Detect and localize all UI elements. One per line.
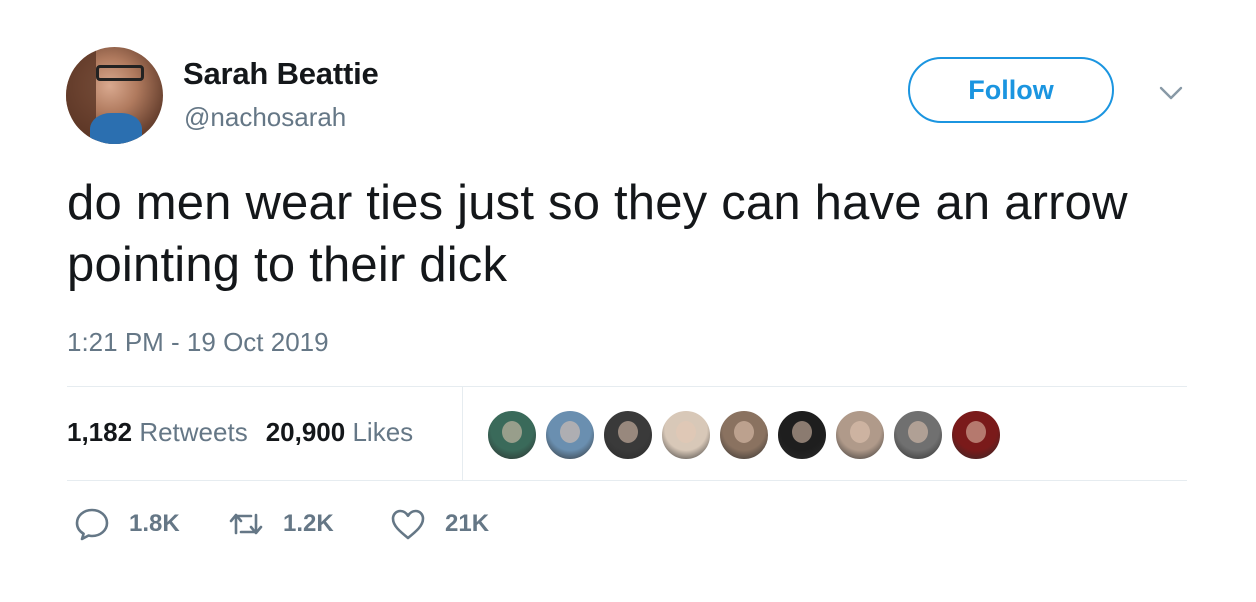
liker-avatar-7[interactable] [834, 409, 886, 461]
user-name[interactable]: Sarah Beattie [183, 56, 379, 92]
user-handle[interactable]: @nachosarah [184, 102, 346, 133]
divider-top [67, 386, 1187, 387]
like-count: 21K [445, 510, 490, 537]
chevron-down-icon[interactable] [1158, 84, 1184, 102]
likes-stat[interactable]: 20,900 Likes [266, 417, 413, 448]
retweet-icon [229, 513, 263, 535]
liker-face [792, 421, 812, 443]
liker-avatar-4[interactable] [660, 409, 712, 461]
liker-face [676, 421, 696, 443]
liker-face [618, 421, 638, 443]
liker-avatar-1[interactable] [486, 409, 538, 461]
tweet-stats: 1,182 Retweets 20,900 Likes [67, 417, 413, 448]
retweet-action[interactable]: 1.2K [227, 500, 334, 548]
divider-bottom [67, 480, 1187, 481]
liker-avatar-2[interactable] [544, 409, 596, 461]
tweet-timestamp[interactable]: 1:21 PM - 19 Oct 2019 [67, 327, 329, 358]
reply-count: 1.8K [129, 510, 180, 537]
likes-count: 20,900 [265, 417, 346, 447]
avatar[interactable] [66, 47, 163, 144]
liker-avatar-5[interactable] [718, 409, 770, 461]
like-action[interactable]: 21K [389, 500, 489, 548]
retweet-count: 1.2K [283, 510, 334, 537]
liker-face [734, 421, 754, 443]
liker-avatar-8[interactable] [892, 409, 944, 461]
stats-divider [462, 387, 463, 481]
liker-face [908, 421, 928, 443]
heart-icon [391, 509, 425, 540]
follow-button[interactable]: Follow [908, 57, 1114, 123]
retweets-label: Retweets [139, 417, 248, 447]
tweet-card: Sarah Beattie @nachosarah Follow do men … [0, 0, 1256, 602]
liker-face [560, 421, 580, 443]
reply-action[interactable]: 1.8K [73, 500, 180, 548]
tweet-text: do men wear ties just so they can have a… [67, 176, 1128, 292]
liker-face [502, 421, 522, 443]
retweets-count: 1,182 [67, 417, 133, 447]
liker-face [966, 421, 986, 443]
liker-avatar-9[interactable] [950, 409, 1002, 461]
liker-avatar-3[interactable] [602, 409, 654, 461]
avatar-glasses [96, 65, 144, 81]
liker-face [850, 421, 870, 443]
liker-avatar-6[interactable] [776, 409, 828, 461]
retweets-stat[interactable]: 1,182 Retweets [67, 417, 248, 448]
avatar-clothing [90, 113, 142, 144]
reply-icon [75, 508, 109, 541]
likes-label: Likes [352, 417, 414, 447]
